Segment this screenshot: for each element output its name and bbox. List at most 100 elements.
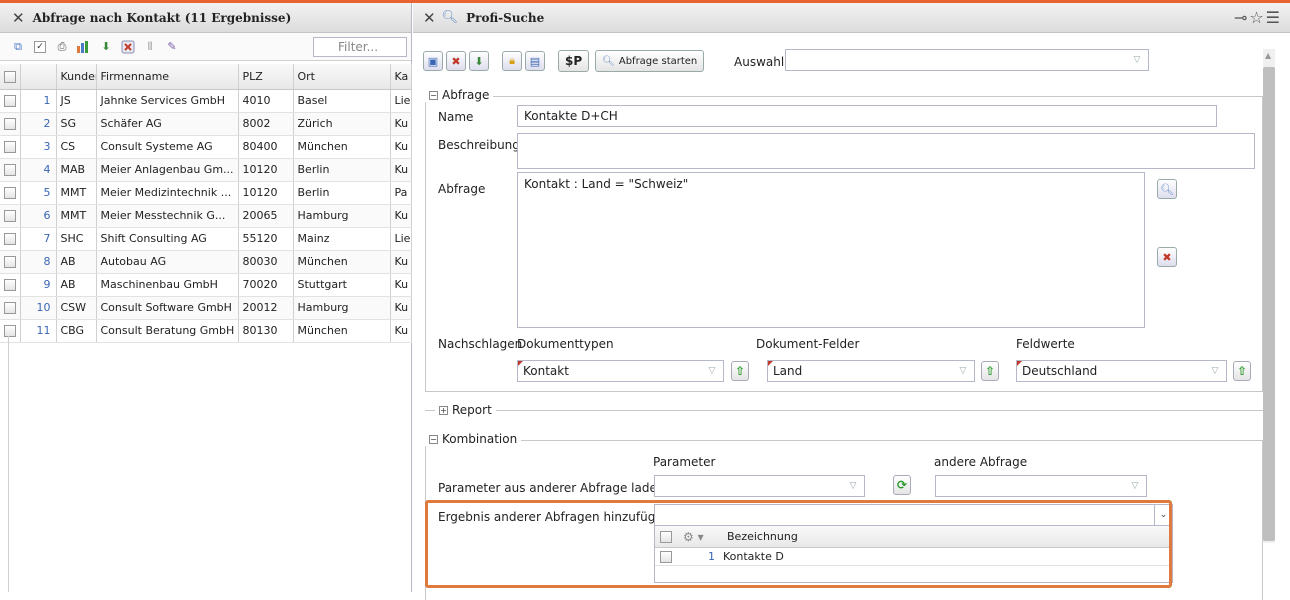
table-row[interactable]: 6 MMT Meier Messtechnik G... 20065 Hamburg Ku: [0, 204, 412, 228]
close-icon[interactable]: ✕: [423, 9, 436, 27]
search-icon: 🔍︎: [602, 55, 615, 67]
table-row[interactable]: 8 AB Autobau AG 80030 München Ku: [0, 250, 412, 274]
collapse-icon[interactable]: −: [429, 434, 438, 444]
cell-ort: Hamburg: [293, 296, 391, 320]
column-header[interactable]: Kunden: [56, 64, 97, 90]
search-icon[interactable]: 🔍︎: [1157, 179, 1177, 199]
copy-icon[interactable]: ⧉: [10, 39, 26, 55]
parameter-select[interactable]: ▽: [654, 475, 865, 497]
export-icon[interactable]: ⬇: [98, 39, 114, 55]
kombination-legend[interactable]: − Kombination: [425, 432, 522, 446]
cell-plz: 70020: [238, 273, 294, 297]
row-checkbox[interactable]: [0, 319, 21, 343]
table-row[interactable]: 11 CBG Consult Beratung GmbH 80130 München Ku: [0, 319, 412, 343]
arrow-up-icon[interactable]: ⇧: [981, 361, 999, 381]
lock-icon[interactable]: 🔒︎: [502, 51, 522, 71]
row-checkbox[interactable]: [0, 112, 21, 136]
cell-firmenname: Consult Beratung GmbH: [96, 319, 239, 343]
cell-plz: 80030: [238, 250, 294, 274]
close-icon[interactable]: ✕: [12, 9, 25, 27]
select-all-icon[interactable]: ✓: [32, 39, 48, 55]
row-checkbox[interactable]: [0, 158, 21, 182]
expand-icon[interactable]: +: [439, 405, 448, 415]
select-all-checkbox[interactable]: [0, 64, 21, 90]
cell-ka: Ku: [390, 135, 412, 159]
profi-search-title: Profi-Suche: [466, 10, 545, 25]
scroll-up-icon[interactable]: ▲: [1265, 51, 1271, 60]
star-icon[interactable]: ☆: [1249, 8, 1265, 27]
row-number: 10: [20, 296, 57, 320]
row-checkbox[interactable]: [0, 273, 21, 297]
start-query-button[interactable]: 🔍︎ Abfrage starten: [595, 50, 705, 72]
dropdown-trigger-icon[interactable]: ▽: [952, 361, 974, 381]
column-header[interactable]: PLZ: [238, 64, 294, 90]
cell-ka: Ku: [390, 158, 412, 182]
table-row[interactable]: 4 MAB Meier Anlagenbau Gm... 10120 Berlin Ku: [0, 158, 412, 182]
table-row[interactable]: 2 SG Schäfer AG 8002 Zürich Ku: [0, 112, 412, 136]
dokumenttyp-select[interactable]: Kontakt ▽: [517, 360, 724, 382]
abfrage-legend[interactable]: − Abfrage: [425, 88, 494, 102]
dropdown-trigger-icon[interactable]: ▽: [1204, 361, 1226, 381]
cell-ka: Ku: [390, 204, 412, 228]
cell-kunden: MMT: [56, 181, 97, 205]
arrow-up-icon[interactable]: ⇧: [1233, 361, 1251, 381]
delete-icon[interactable]: ✖: [446, 51, 466, 71]
save-icon[interactable]: ▣: [423, 51, 443, 71]
column-header[interactable]: Ka: [390, 64, 412, 90]
beschreibung-field[interactable]: [517, 133, 1255, 169]
clear-icon[interactable]: ✖: [1157, 247, 1177, 267]
arrow-up-icon[interactable]: ⇧: [731, 361, 749, 381]
cell-ort: Mainz: [293, 227, 391, 251]
parameter-button[interactable]: $P: [558, 50, 590, 72]
collapse-icon[interactable]: −: [429, 90, 438, 100]
edit-icon[interactable]: ✎: [164, 39, 180, 55]
feldwert-select[interactable]: Deutschland ▽: [1016, 360, 1227, 382]
row-number: 7: [20, 227, 57, 251]
row-checkbox[interactable]: [0, 181, 21, 205]
chart-icon[interactable]: [76, 39, 92, 55]
dropdown-trigger-icon[interactable]: ▽: [1124, 476, 1146, 496]
dropdown-trigger-icon[interactable]: ▽: [842, 476, 864, 496]
table-row[interactable]: 5 MMT Meier Medizintechnik ... 10120 Berlin P…: [0, 181, 412, 205]
cell-plz: 4010: [238, 89, 294, 113]
column-header[interactable]: Ort: [293, 64, 391, 90]
dokument-feld-select[interactable]: Land ▽: [767, 360, 975, 382]
pin-icon[interactable]: ⊸: [1234, 8, 1249, 27]
report-legend[interactable]: + Report: [435, 403, 496, 417]
row-checkbox[interactable]: [0, 250, 21, 274]
header-tools: ⊸☆☰: [1234, 8, 1282, 27]
row-checkbox[interactable]: [0, 296, 21, 320]
download-icon[interactable]: ⬇: [469, 51, 489, 71]
dropdown-trigger-icon[interactable]: ▽: [1126, 50, 1148, 70]
feldwerte-label: Feldwerte: [1016, 337, 1075, 351]
row-checkbox[interactable]: [0, 89, 21, 113]
name-field[interactable]: Kontakte D+CH: [517, 105, 1217, 127]
nachschlagen-label: Nachschlagen: [438, 337, 523, 351]
results-grid-header: Kunden Firmenname PLZ Ort Ka: [0, 64, 412, 90]
table-row[interactable]: 10 CSW Consult Software GmbH 20012 Hamburg Ku: [0, 296, 412, 320]
cell-firmenname: Meier Anlagenbau Gm...: [96, 158, 239, 182]
table-row[interactable]: 3 CS Consult Systeme AG 80400 München Ku: [0, 135, 412, 159]
document-icon[interactable]: ▤: [525, 51, 545, 71]
auswahl-select[interactable]: ▽: [785, 49, 1149, 71]
cell-kunden: CBG: [56, 319, 97, 343]
menu-icon[interactable]: ☰: [1266, 8, 1282, 27]
row-checkbox[interactable]: [0, 135, 21, 159]
cell-ort: Berlin: [293, 181, 391, 205]
delete-icon[interactable]: [120, 39, 136, 55]
print-icon[interactable]: ⎙: [54, 39, 70, 55]
table-row[interactable]: 1 JS Jahnke Services GmbH 4010 Basel Lie: [0, 89, 412, 113]
table-row[interactable]: 9 AB Maschinenbau GmbH 70020 Stuttgart Ku: [0, 273, 412, 297]
row-checkbox[interactable]: [0, 227, 21, 251]
column-header[interactable]: Firmenname: [96, 64, 239, 90]
parameter-laden-label: Parameter aus anderer Abfrage laden: [438, 481, 665, 495]
scrollbar-thumb[interactable]: [1263, 67, 1275, 541]
abfrage-textarea[interactable]: Kontakt : Land = "Schweiz": [517, 172, 1145, 328]
dropdown-trigger-icon[interactable]: ▽: [701, 361, 723, 381]
columns-icon[interactable]: ⦀: [142, 39, 158, 55]
filter-input[interactable]: Filter...: [313, 37, 407, 57]
table-row[interactable]: 7 SHC Shift Consulting AG 55120 Mainz Lie: [0, 227, 412, 251]
row-checkbox[interactable]: [0, 204, 21, 228]
andere-abfrage-select[interactable]: ▽: [935, 475, 1147, 497]
refresh-icon[interactable]: ⟳: [893, 475, 911, 495]
